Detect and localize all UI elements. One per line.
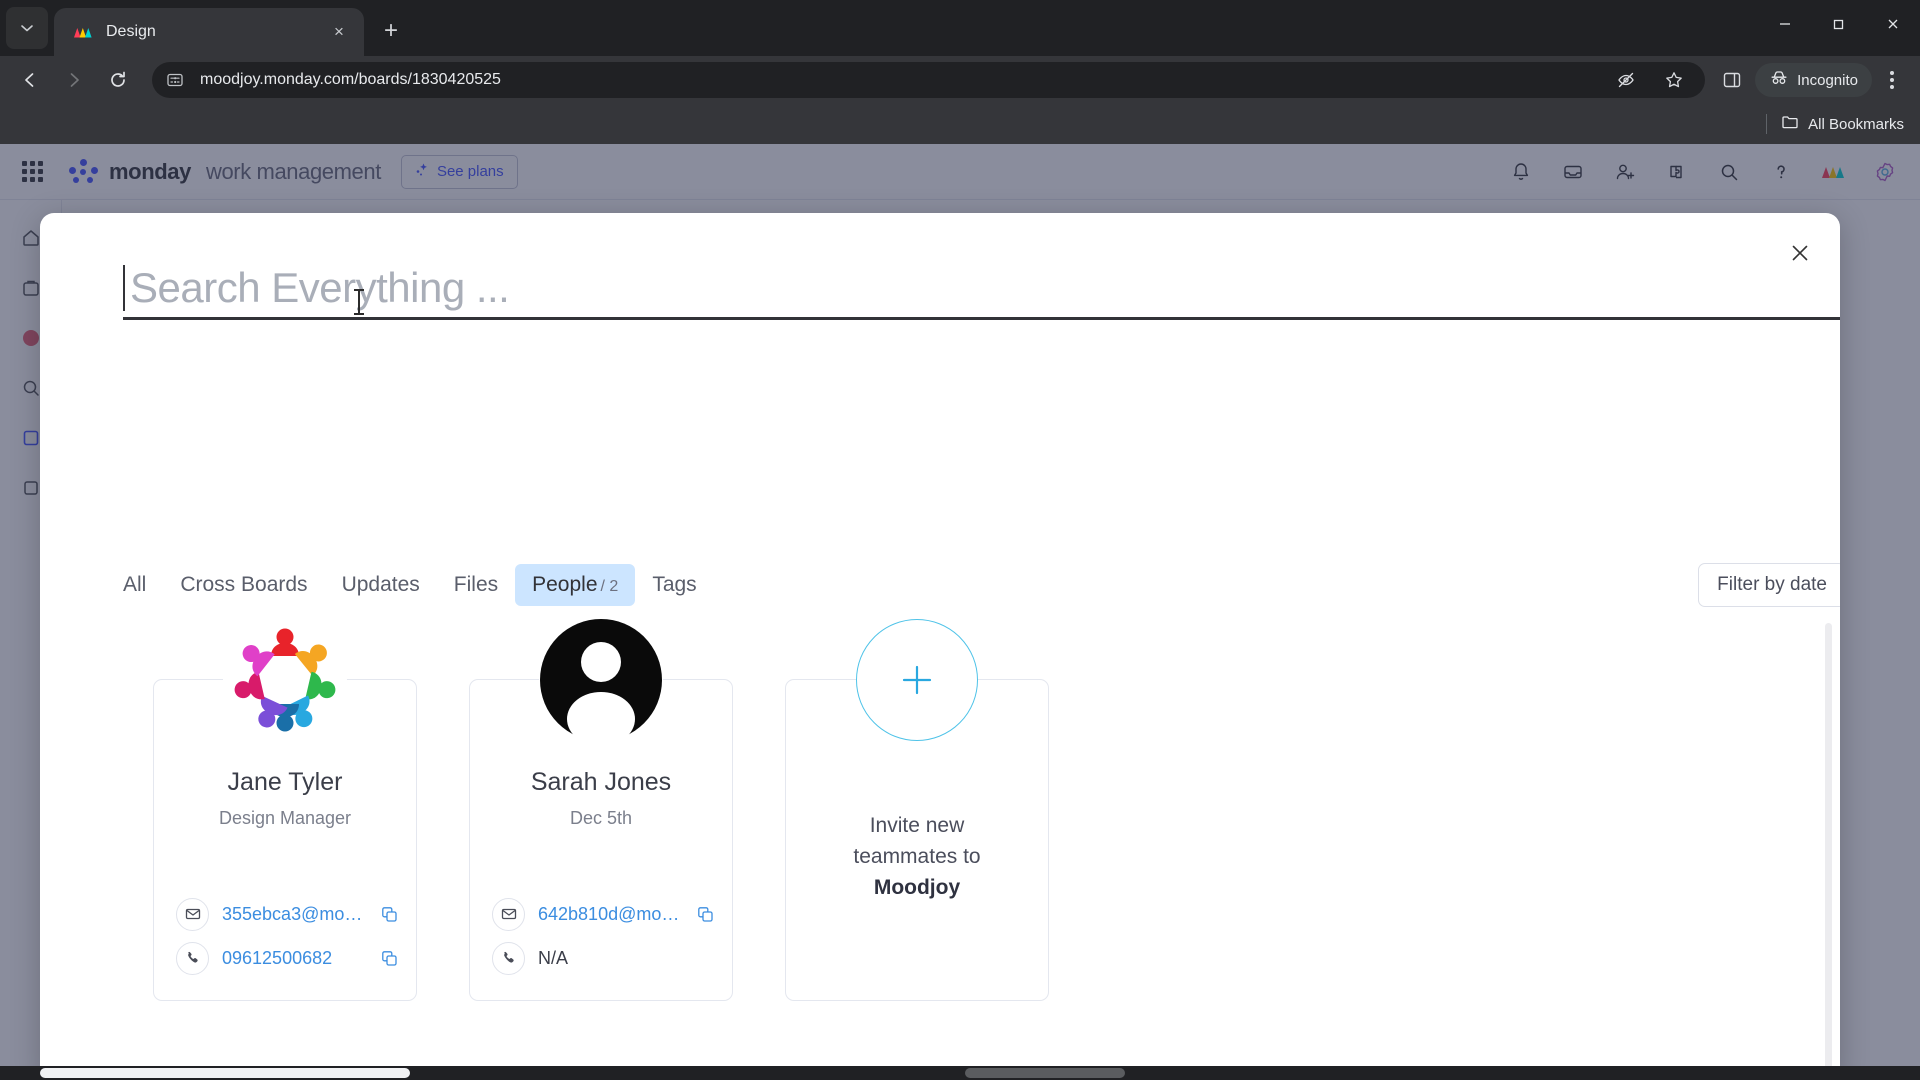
plus-icon[interactable] <box>856 619 978 741</box>
invite-message: Invite new teammates to Moodjoy <box>816 810 1018 903</box>
url-text[interactable]: moodjoy.monday.com/boards/1830420525 <box>200 71 1609 89</box>
copy-icon[interactable] <box>697 906 714 923</box>
monday-logo-icon <box>72 21 94 43</box>
envelope-icon <box>176 897 209 931</box>
divider <box>1766 114 1768 134</box>
invite-teammates-card[interactable]: Invite new teammates to Moodjoy <box>785 619 1049 1001</box>
people-count: / 2 <box>600 578 619 595</box>
person-email-row: 355ebca3@moodj... <box>176 892 398 936</box>
side-panel-icon[interactable] <box>1715 63 1749 97</box>
tab-files[interactable]: Files <box>437 564 515 606</box>
search-everything-modal: Search Everything ... All Cross Boards U… <box>40 213 1840 1080</box>
tab-strip: Design × + <box>0 0 1920 56</box>
tab-search-button[interactable] <box>6 7 48 49</box>
person-name: Sarah Jones <box>530 768 672 796</box>
copy-icon[interactable] <box>381 950 398 967</box>
bookmarks-bar: All Bookmarks <box>0 104 1920 144</box>
person-phone: N/A <box>538 947 569 968</box>
all-bookmarks-label: All Bookmarks <box>1808 115 1904 133</box>
scrollbar-thumb-secondary[interactable] <box>965 1068 1125 1078</box>
back-button[interactable] <box>10 60 50 100</box>
tab-updates[interactable]: Updates <box>325 564 437 606</box>
person-phone[interactable]: 09612500682 <box>222 948 368 969</box>
new-tab-button[interactable]: + <box>372 12 410 50</box>
person-name: Jane Tyler <box>227 768 343 796</box>
search-placeholder: Search Everything ... <box>130 263 510 311</box>
page-horizontal-scrollbar[interactable] <box>0 1066 1920 1080</box>
person-contacts: 642b810d@moodj... N/A <box>492 892 714 980</box>
person-email-row: 642b810d@moodj... <box>492 892 714 936</box>
tab-tags[interactable]: Tags <box>635 564 713 606</box>
forward-button[interactable] <box>54 60 94 100</box>
eye-slash-icon[interactable] <box>1609 63 1643 97</box>
person-phone-row: N/A <box>492 936 714 980</box>
colorful-people-ring-avatar <box>223 618 347 742</box>
profile-label: Incognito <box>1797 71 1858 89</box>
person-subtitle: Design Manager <box>218 808 352 828</box>
window-controls <box>1758 0 1920 48</box>
phone-icon <box>176 941 209 975</box>
person-subtitle: Dec 5th <box>569 808 633 828</box>
tab-people[interactable]: People/ 2 <box>515 564 636 606</box>
people-results-grid: Jane Tyler Design Manager 355ebca3@moodj… <box>153 618 1049 1001</box>
window-maximize-button[interactable] <box>1812 0 1866 48</box>
search-input[interactable]: Search Everything ... <box>123 258 1840 320</box>
invite-workspace-name: Moodjoy <box>873 876 961 899</box>
tab-cross-boards[interactable]: Cross Boards <box>163 564 324 606</box>
person-email[interactable]: 642b810d@moodj... <box>538 904 684 925</box>
address-bar[interactable]: moodjoy.monday.com/boards/1830420525 <box>152 62 1706 98</box>
reload-button[interactable] <box>98 60 138 100</box>
window-close-button[interactable] <box>1866 0 1920 48</box>
invite-line-1: Invite new <box>869 814 965 837</box>
scrollbar-thumb[interactable] <box>40 1068 410 1078</box>
tab-all[interactable]: All <box>106 564 163 606</box>
person-phone-row: 09612500682 <box>176 936 398 980</box>
star-icon[interactable] <box>1657 63 1691 97</box>
three-dots-icon[interactable] <box>1874 62 1910 98</box>
all-bookmarks-button[interactable]: All Bookmarks <box>1781 113 1904 135</box>
modal-vertical-scrollbar[interactable] <box>1825 623 1832 1073</box>
mouse-text-cursor <box>354 289 364 315</box>
default-person-silhouette-avatar <box>539 618 663 742</box>
search-field-wrapper: Search Everything ... <box>123 258 1840 320</box>
folder-icon <box>1781 113 1799 135</box>
text-caret <box>123 265 125 311</box>
person-contacts: 355ebca3@moodj... 09612500682 <box>176 892 398 980</box>
invite-line-2: teammates to <box>853 845 981 868</box>
copy-icon[interactable] <box>381 906 398 923</box>
tab-close-icon[interactable]: × <box>326 19 352 45</box>
browser-window: Design × + moodjoy.monday.com/boards/183… <box>0 0 1920 1080</box>
incognito-profile-button[interactable]: Incognito <box>1755 63 1872 97</box>
search-scope-tabs: All Cross Boards Updates Files People/ 2… <box>106 563 1840 607</box>
person-card[interactable]: Sarah Jones Dec 5th 642b810d@moodj... <box>469 618 733 1001</box>
page-info-icon[interactable] <box>166 71 192 89</box>
browser-tab-design[interactable]: Design × <box>54 8 364 56</box>
phone-icon <box>492 941 525 975</box>
incognito-icon <box>1769 68 1789 92</box>
browser-toolbar: moodjoy.monday.com/boards/1830420525 Inc… <box>0 56 1920 104</box>
filter-by-date-button[interactable]: Filter by date <box>1698 563 1840 607</box>
window-minimize-button[interactable] <box>1758 0 1812 48</box>
envelope-icon <box>492 897 525 931</box>
person-email[interactable]: 355ebca3@moodj... <box>222 904 368 925</box>
tab-title: Design <box>106 23 156 40</box>
person-card[interactable]: Jane Tyler Design Manager 355ebca3@moodj… <box>153 618 417 1001</box>
